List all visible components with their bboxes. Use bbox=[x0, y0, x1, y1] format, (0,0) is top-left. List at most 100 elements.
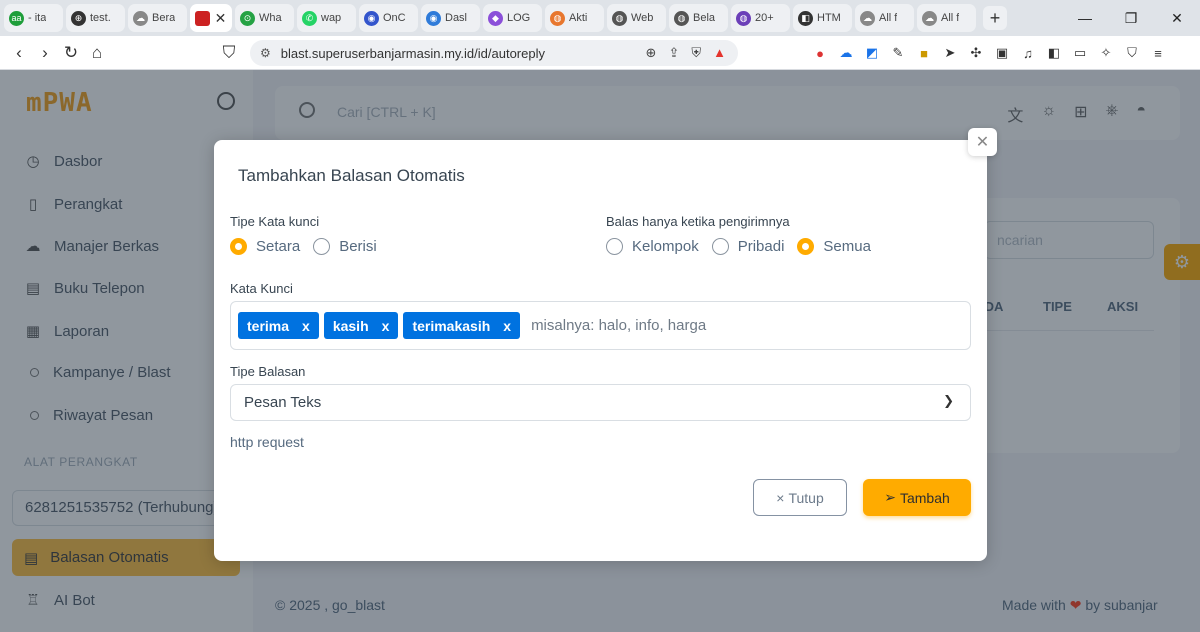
radio-pribadi[interactable] bbox=[711, 238, 729, 255]
radio-label: Kelompok bbox=[632, 238, 699, 255]
browser-tab[interactable]: ◧ HTM bbox=[793, 4, 852, 32]
pokeball-extension-icon[interactable]: ● bbox=[812, 46, 828, 61]
minimize-icon[interactable]: — bbox=[1062, 10, 1108, 26]
radio-kelompok[interactable] bbox=[606, 238, 623, 255]
browser-tab[interactable]: ✆ wap bbox=[297, 4, 356, 32]
browser-tab[interactable]: aa - ita bbox=[4, 4, 63, 32]
keywords-input[interactable]: terima x kasih x terimakasih x misalnya:… bbox=[230, 301, 971, 350]
sidebar-icon[interactable]: ◧ bbox=[1046, 45, 1062, 61]
tab-favicon-icon: ◉ bbox=[364, 10, 379, 26]
screenshot-extension-icon[interactable]: ▣ bbox=[994, 45, 1010, 61]
tab-favicon-icon: ◉ bbox=[426, 10, 441, 26]
menu-icon[interactable]: ≡ bbox=[1150, 46, 1166, 61]
browser-tab-label: Wha bbox=[259, 12, 282, 24]
submit-button[interactable]: ➢ Tambah bbox=[863, 479, 971, 516]
remove-keyword-icon[interactable]: x bbox=[382, 318, 390, 334]
browser-tab[interactable]: ◍ Web bbox=[607, 4, 666, 32]
browser-tab-label: wap bbox=[321, 12, 342, 24]
tab-favicon-icon: ◆ bbox=[488, 10, 503, 26]
radio-setara[interactable] bbox=[230, 238, 247, 255]
window-controls: — ❐ ✕ bbox=[1062, 0, 1200, 36]
browser-tab[interactable]: ◉ Dasl bbox=[421, 4, 480, 32]
tab-favicon-icon: ⊙ bbox=[240, 10, 255, 26]
close-button-label: Tutup bbox=[788, 489, 824, 506]
browser-tab-label: Web bbox=[631, 12, 654, 24]
radio-label: Berisi bbox=[339, 238, 377, 255]
site-info-icon[interactable]: ⚙ bbox=[260, 46, 271, 60]
radio-label: Pribadi bbox=[737, 238, 785, 255]
browser-tab[interactable]: ☁ Bera bbox=[128, 4, 187, 32]
remove-keyword-icon[interactable]: x bbox=[302, 318, 310, 334]
keyword-chip: kasih x bbox=[323, 312, 399, 339]
modal-title: Tambahkan Balasan Otomatis bbox=[238, 166, 465, 185]
translate-extension-icon[interactable]: ◩ bbox=[864, 45, 880, 61]
brave-rewards-icon[interactable]: ▲ bbox=[713, 45, 726, 61]
browser-tab-label: Akti bbox=[569, 12, 588, 24]
radio-berisi[interactable] bbox=[313, 238, 331, 255]
restore-icon[interactable]: ❐ bbox=[1108, 10, 1154, 27]
browser-tab-label: All f bbox=[941, 12, 960, 24]
browser-tab-label: OnC bbox=[383, 12, 406, 24]
forward-icon[interactable]: › bbox=[32, 43, 58, 63]
tab-favicon-icon: ◍ bbox=[550, 10, 565, 26]
keywords-placeholder[interactable]: misalnya: halo, info, harga bbox=[531, 317, 706, 334]
browser-tab-label: LOG bbox=[507, 12, 531, 24]
close-icon: × bbox=[776, 489, 785, 506]
back-icon[interactable]: ‹ bbox=[6, 43, 32, 63]
browser-tab-label: All f bbox=[879, 12, 898, 24]
keyword-chip: terima x bbox=[238, 312, 319, 339]
browser-tab-label: Dasl bbox=[445, 12, 468, 24]
cursor-extension-icon[interactable]: ➤ bbox=[942, 45, 958, 61]
eyedropper-extension-icon[interactable]: ✎ bbox=[890, 45, 906, 61]
browser-tab[interactable]: ⊕ test. bbox=[66, 4, 125, 32]
tab-favicon-icon: ☁ bbox=[133, 10, 148, 26]
browser-tab[interactable]: ⊙ Wha bbox=[235, 4, 294, 32]
tab-favicon-icon: ◍ bbox=[736, 10, 751, 26]
browser-tab[interactable]: ◍ Bela bbox=[669, 4, 728, 32]
new-tab-button[interactable]: + bbox=[983, 6, 1007, 30]
cloud-extension-icon[interactable]: ☁ bbox=[838, 45, 854, 61]
http-request-text: http request bbox=[230, 434, 304, 450]
tab-favicon-icon bbox=[195, 10, 210, 26]
url-field[interactable]: ⚙ blast.superuserbanjarmasin.my.id/id/au… bbox=[250, 40, 738, 66]
address-bar: ‹ › ↻ ⌂ ⛉ ⚙ blast.superuserbanjarmasin.m… bbox=[0, 36, 1200, 70]
puzzle-extension-icon[interactable]: ✣ bbox=[968, 45, 984, 61]
radio-label: Setara bbox=[256, 238, 301, 255]
keyword-chip-label: terima bbox=[247, 317, 290, 334]
extensions-bar: ● ☁ ◩ ✎ ■ ➤ ✣ ▣ ♫ ◧ ▭ ✧ ⛉ ≡ bbox=[812, 36, 1166, 70]
cube-extension-icon[interactable]: ■ bbox=[916, 46, 932, 61]
browser-tab[interactable]: ◉ OnC bbox=[359, 4, 418, 32]
browser-tab[interactable]: ◆ LOG bbox=[483, 4, 542, 32]
keyword-type-group: Setara Berisi bbox=[230, 238, 390, 255]
browser-tab[interactable]: ◍ Akti bbox=[545, 4, 604, 32]
close-window-icon[interactable]: ✕ bbox=[1154, 10, 1200, 27]
browser-tab-label: 20+ bbox=[755, 12, 774, 24]
close-button[interactable]: × Tutup bbox=[753, 479, 847, 516]
vpn-icon[interactable]: ⛉ bbox=[1124, 45, 1140, 61]
tab-favicon-icon: ⊕ bbox=[71, 10, 86, 26]
reply-type-select[interactable]: Pesan Teks ❯ bbox=[230, 384, 971, 421]
tab-close-icon[interactable]: ✕ bbox=[214, 10, 227, 27]
browser-tab-label: HTM bbox=[817, 12, 841, 24]
modal-close-icon[interactable]: ✕ bbox=[968, 128, 997, 156]
wallet-icon[interactable]: ▭ bbox=[1072, 45, 1088, 61]
url-text: blast.superuserbanjarmasin.my.id/id/auto… bbox=[280, 45, 545, 61]
tab-favicon-icon: ◍ bbox=[674, 10, 689, 26]
radio-semua[interactable] bbox=[797, 238, 815, 255]
browser-tab[interactable]: ◍ 20+ bbox=[731, 4, 790, 32]
share-icon[interactable]: ⇪ bbox=[668, 45, 679, 61]
music-icon[interactable]: ♫ bbox=[1020, 46, 1036, 61]
home-icon[interactable]: ⌂ bbox=[84, 43, 110, 63]
browser-tab[interactable]: ✕ bbox=[190, 4, 232, 32]
browser-tab-label: test. bbox=[90, 12, 111, 24]
zoom-icon[interactable]: ⊕ bbox=[646, 45, 657, 61]
bookmark-icon[interactable]: ⛉ bbox=[216, 43, 242, 63]
reply-type-value: Pesan Teks bbox=[244, 394, 322, 411]
brave-shield-icon[interactable]: ⛨ bbox=[691, 45, 701, 61]
remove-keyword-icon[interactable]: x bbox=[503, 318, 511, 334]
leo-ai-icon[interactable]: ✧ bbox=[1098, 45, 1114, 61]
tab-favicon-icon: ☁ bbox=[922, 10, 937, 26]
browser-tab[interactable]: ☁ All f bbox=[855, 4, 914, 32]
reload-icon[interactable]: ↻ bbox=[58, 43, 84, 63]
browser-tab[interactable]: ☁ All f bbox=[917, 4, 976, 32]
